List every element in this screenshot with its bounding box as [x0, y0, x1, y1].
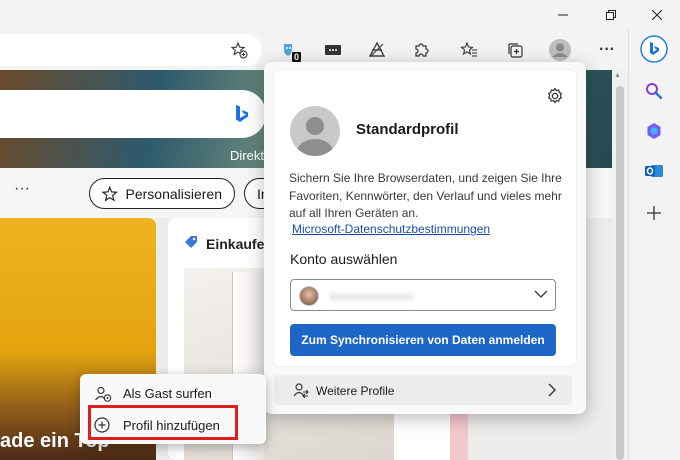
menu-item-guest[interactable]: Als Gast surfen — [86, 380, 260, 408]
account-select-label: Konto auswählen — [290, 251, 398, 267]
scroll-up-arrow-icon[interactable]: ▲ — [614, 72, 621, 79]
settings-more-button[interactable]: ··· — [592, 36, 622, 64]
gear-icon[interactable] — [545, 86, 565, 106]
vpn-icon — [368, 41, 386, 57]
minimize-icon — [558, 14, 568, 16]
personalize-label: Personalisieren — [125, 185, 223, 202]
favorites-button[interactable] — [454, 36, 484, 64]
search-sidebar-button[interactable] — [639, 76, 669, 106]
close-button[interactable] — [634, 0, 680, 30]
feed-more-dots[interactable]: ··· — [14, 180, 30, 198]
favorites-icon — [460, 41, 477, 57]
chevron-down-icon — [534, 290, 548, 298]
more-profiles-label: Weitere Profile — [316, 384, 395, 398]
minimize-button[interactable] — [540, 0, 586, 30]
bing-search-box[interactable] — [0, 90, 266, 138]
collections-button[interactable] — [500, 36, 530, 64]
screen-capture-icon — [325, 45, 341, 55]
people-switch-icon — [293, 383, 309, 399]
bing-icon — [640, 35, 668, 63]
copilot-icon — [647, 123, 661, 139]
puzzle-icon — [415, 43, 429, 57]
profile-name: Standardprofil — [356, 121, 459, 138]
collections-icon — [508, 43, 523, 58]
bing-logo-icon — [236, 105, 248, 122]
extension-button[interactable]: 0 — [274, 36, 304, 64]
add-sidebar-app-button[interactable] — [639, 198, 669, 228]
tag-icon — [185, 236, 197, 248]
bing-copilot-button[interactable] — [639, 34, 669, 64]
plus-icon — [647, 206, 661, 220]
hero-direkt-text: Direkt — [230, 148, 264, 163]
copilot-sidebar-button[interactable] — [639, 116, 669, 146]
star-add-icon — [230, 41, 248, 59]
shopping-card-title: Einkaufen — [206, 236, 273, 252]
extensions-button[interactable] — [406, 36, 436, 64]
account-value: xxxxxxxxxxxx — [330, 289, 414, 303]
privacy-link[interactable]: Microsoft-Datenschutzbestimmungen — [292, 222, 490, 236]
search-icon — [646, 83, 663, 100]
menu-item-guest-label: Als Gast surfen — [123, 386, 212, 401]
more-dots: ··· — [599, 41, 615, 58]
profile-button[interactable] — [545, 36, 575, 64]
vpn-button[interactable] — [362, 36, 392, 64]
sign-in-sync-button[interactable]: Zum Synchronisieren von Daten anmelden — [290, 324, 556, 356]
screen-capture-button[interactable] — [318, 36, 348, 64]
restore-icon — [606, 10, 616, 20]
title-bar — [0, 0, 680, 30]
scrollbar-thumb[interactable] — [616, 86, 624, 460]
add-favorite-button[interactable] — [224, 36, 254, 64]
profile-avatar-large — [290, 106, 340, 156]
account-avatar — [299, 286, 319, 306]
sync-description: Sichern Sie Ihre Browserdaten, und zeige… — [289, 171, 562, 220]
right-sidebar — [628, 30, 680, 460]
restore-button[interactable] — [588, 0, 634, 30]
outlook-icon — [645, 165, 663, 177]
personalize-button[interactable]: Personalisieren — [89, 178, 235, 209]
profile-avatar-icon — [549, 39, 571, 61]
highlight-annotation-box — [88, 405, 238, 440]
address-bar[interactable] — [0, 34, 262, 66]
guest-user-icon — [95, 386, 112, 402]
chevron-right-icon — [548, 383, 556, 397]
outlook-sidebar-button[interactable] — [639, 156, 669, 186]
sparkle-star-icon — [102, 185, 118, 202]
close-icon — [652, 10, 662, 20]
